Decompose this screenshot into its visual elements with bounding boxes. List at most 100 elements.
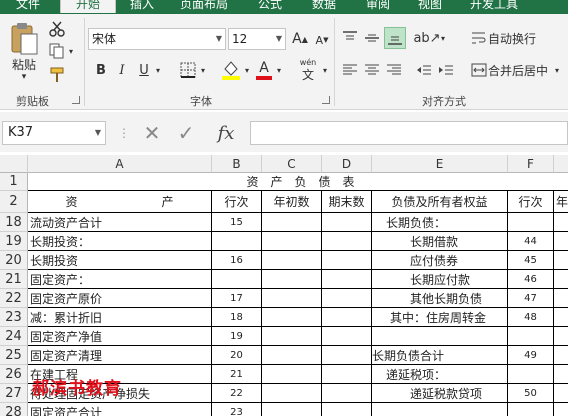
table-cell[interactable]: 20 xyxy=(212,346,262,365)
table-cell[interactable] xyxy=(554,232,568,251)
table-cell[interactable] xyxy=(322,270,372,289)
table-cell[interactable]: 固定资产合计 xyxy=(28,403,212,416)
table-cell[interactable] xyxy=(322,403,372,416)
table-cell[interactable]: 19 xyxy=(212,327,262,346)
orientation-icon[interactable]: ab↗ xyxy=(413,28,440,48)
table-cell[interactable] xyxy=(554,289,568,308)
tab-file[interactable]: 文件 xyxy=(16,0,40,13)
table-cell[interactable] xyxy=(554,365,568,384)
table-cell[interactable]: 递延税款贷项 xyxy=(372,384,508,403)
bold-button[interactable]: B xyxy=(92,60,110,80)
table-cell[interactable] xyxy=(372,327,508,346)
table-cell[interactable] xyxy=(554,403,568,416)
tab-page-layout[interactable]: 页面布局 xyxy=(180,0,228,13)
italic-button[interactable]: I xyxy=(114,60,130,80)
paste-chevron-down-icon[interactable]: ▾ xyxy=(14,72,34,82)
font-size-dropdown[interactable]: 12 ▼ xyxy=(228,28,286,50)
sheet-title-cell[interactable]: 资 产 负 债 表 xyxy=(28,173,568,191)
table-cell[interactable] xyxy=(262,289,322,308)
table-cell[interactable] xyxy=(262,365,322,384)
fill-color-chevron-down-icon[interactable]: ▾ xyxy=(242,64,252,76)
table-cell[interactable] xyxy=(322,365,372,384)
table-cell[interactable] xyxy=(508,365,554,384)
cancel-icon[interactable]: ✕ xyxy=(138,121,166,145)
table-cell[interactable]: 15 xyxy=(212,213,262,232)
wrap-text-icon[interactable] xyxy=(470,28,488,48)
table-cell[interactable] xyxy=(554,327,568,346)
table-cell[interactable] xyxy=(554,251,568,270)
tab-data[interactable]: 数据 xyxy=(312,0,336,13)
table-cell[interactable] xyxy=(372,403,508,416)
merge-chevron-down-icon[interactable]: ▾ xyxy=(552,64,562,76)
table-cell[interactable]: 47 xyxy=(508,289,554,308)
cell[interactable]: 行次 xyxy=(212,191,262,213)
row-header[interactable]: 26 xyxy=(0,365,28,384)
increase-indent-icon[interactable] xyxy=(436,60,456,80)
merge-center-icon[interactable] xyxy=(470,60,488,80)
table-cell[interactable]: 44 xyxy=(508,232,554,251)
formula-input[interactable] xyxy=(250,121,568,145)
name-box-chevron-down-icon[interactable]: ▼ xyxy=(95,122,101,144)
underline-chevron-down-icon[interactable]: ▾ xyxy=(152,64,164,76)
fill-color-icon[interactable] xyxy=(220,58,242,82)
tab-insert[interactable]: 插入 xyxy=(130,0,154,13)
name-box[interactable]: K37 ▼ xyxy=(2,121,106,145)
row-header[interactable]: 1 xyxy=(0,173,28,191)
paste-button[interactable]: 粘贴 xyxy=(6,56,42,72)
table-cell[interactable]: 16 xyxy=(212,251,262,270)
font-color-icon[interactable]: A xyxy=(254,58,274,82)
table-cell[interactable] xyxy=(554,384,568,403)
column-header-g[interactable] xyxy=(554,155,568,173)
cell[interactable]: 年 xyxy=(554,191,568,213)
clipboard-dialog-launcher-icon[interactable] xyxy=(72,96,80,104)
table-cell[interactable] xyxy=(262,213,322,232)
phonetic-chevron-down-icon[interactable]: ▾ xyxy=(320,64,330,76)
table-cell[interactable] xyxy=(322,327,372,346)
table-cell[interactable] xyxy=(322,308,372,327)
cell[interactable]: 资 产 xyxy=(28,191,212,213)
table-cell[interactable]: 长期借款 xyxy=(372,232,508,251)
row-header[interactable]: 28 xyxy=(0,403,28,416)
tab-view[interactable]: 视图 xyxy=(418,0,442,13)
tab-review[interactable]: 审阅 xyxy=(366,0,390,13)
cell[interactable]: 行次 xyxy=(508,191,554,213)
row-header[interactable]: 2 xyxy=(0,191,28,213)
table-cell[interactable] xyxy=(322,232,372,251)
table-cell[interactable] xyxy=(262,251,322,270)
cell[interactable]: 年初数 xyxy=(262,191,322,213)
table-cell[interactable] xyxy=(322,213,372,232)
table-cell[interactable]: 长期负债合计 xyxy=(372,346,508,365)
table-cell[interactable]: 45 xyxy=(508,251,554,270)
table-cell[interactable] xyxy=(554,308,568,327)
table-cell[interactable]: 46 xyxy=(508,270,554,289)
table-cell[interactable] xyxy=(508,213,554,232)
cut-icon[interactable] xyxy=(48,20,66,38)
table-cell[interactable] xyxy=(262,232,322,251)
table-cell[interactable]: 其中：住房周转金 xyxy=(372,308,508,327)
table-cell[interactable]: 50 xyxy=(508,384,554,403)
underline-button[interactable]: U xyxy=(136,60,152,80)
align-top-icon[interactable] xyxy=(340,28,360,48)
table-cell[interactable]: 减：累计折旧 xyxy=(28,308,212,327)
table-cell[interactable]: 固定资产： xyxy=(28,270,212,289)
table-cell[interactable]: 22 xyxy=(212,384,262,403)
table-cell[interactable]: 23 xyxy=(212,403,262,416)
table-cell[interactable] xyxy=(508,327,554,346)
table-cell[interactable] xyxy=(322,346,372,365)
table-cell[interactable] xyxy=(262,346,322,365)
align-middle-icon[interactable] xyxy=(362,28,382,48)
row-header[interactable]: 21 xyxy=(0,270,28,289)
insert-function-button[interactable]: fx xyxy=(210,120,242,146)
table-cell[interactable] xyxy=(262,384,322,403)
table-cell[interactable] xyxy=(508,403,554,416)
table-cell[interactable] xyxy=(322,384,372,403)
table-cell[interactable] xyxy=(322,289,372,308)
decrease-indent-icon[interactable] xyxy=(414,60,434,80)
table-cell[interactable] xyxy=(262,270,322,289)
tab-formulas[interactable]: 公式 xyxy=(258,0,282,13)
table-cell[interactable]: 48 xyxy=(508,308,554,327)
table-cell[interactable] xyxy=(554,346,568,365)
row-header[interactable]: 19 xyxy=(0,232,28,251)
row-header[interactable]: 23 xyxy=(0,308,28,327)
font-color-chevron-down-icon[interactable]: ▾ xyxy=(274,64,284,76)
